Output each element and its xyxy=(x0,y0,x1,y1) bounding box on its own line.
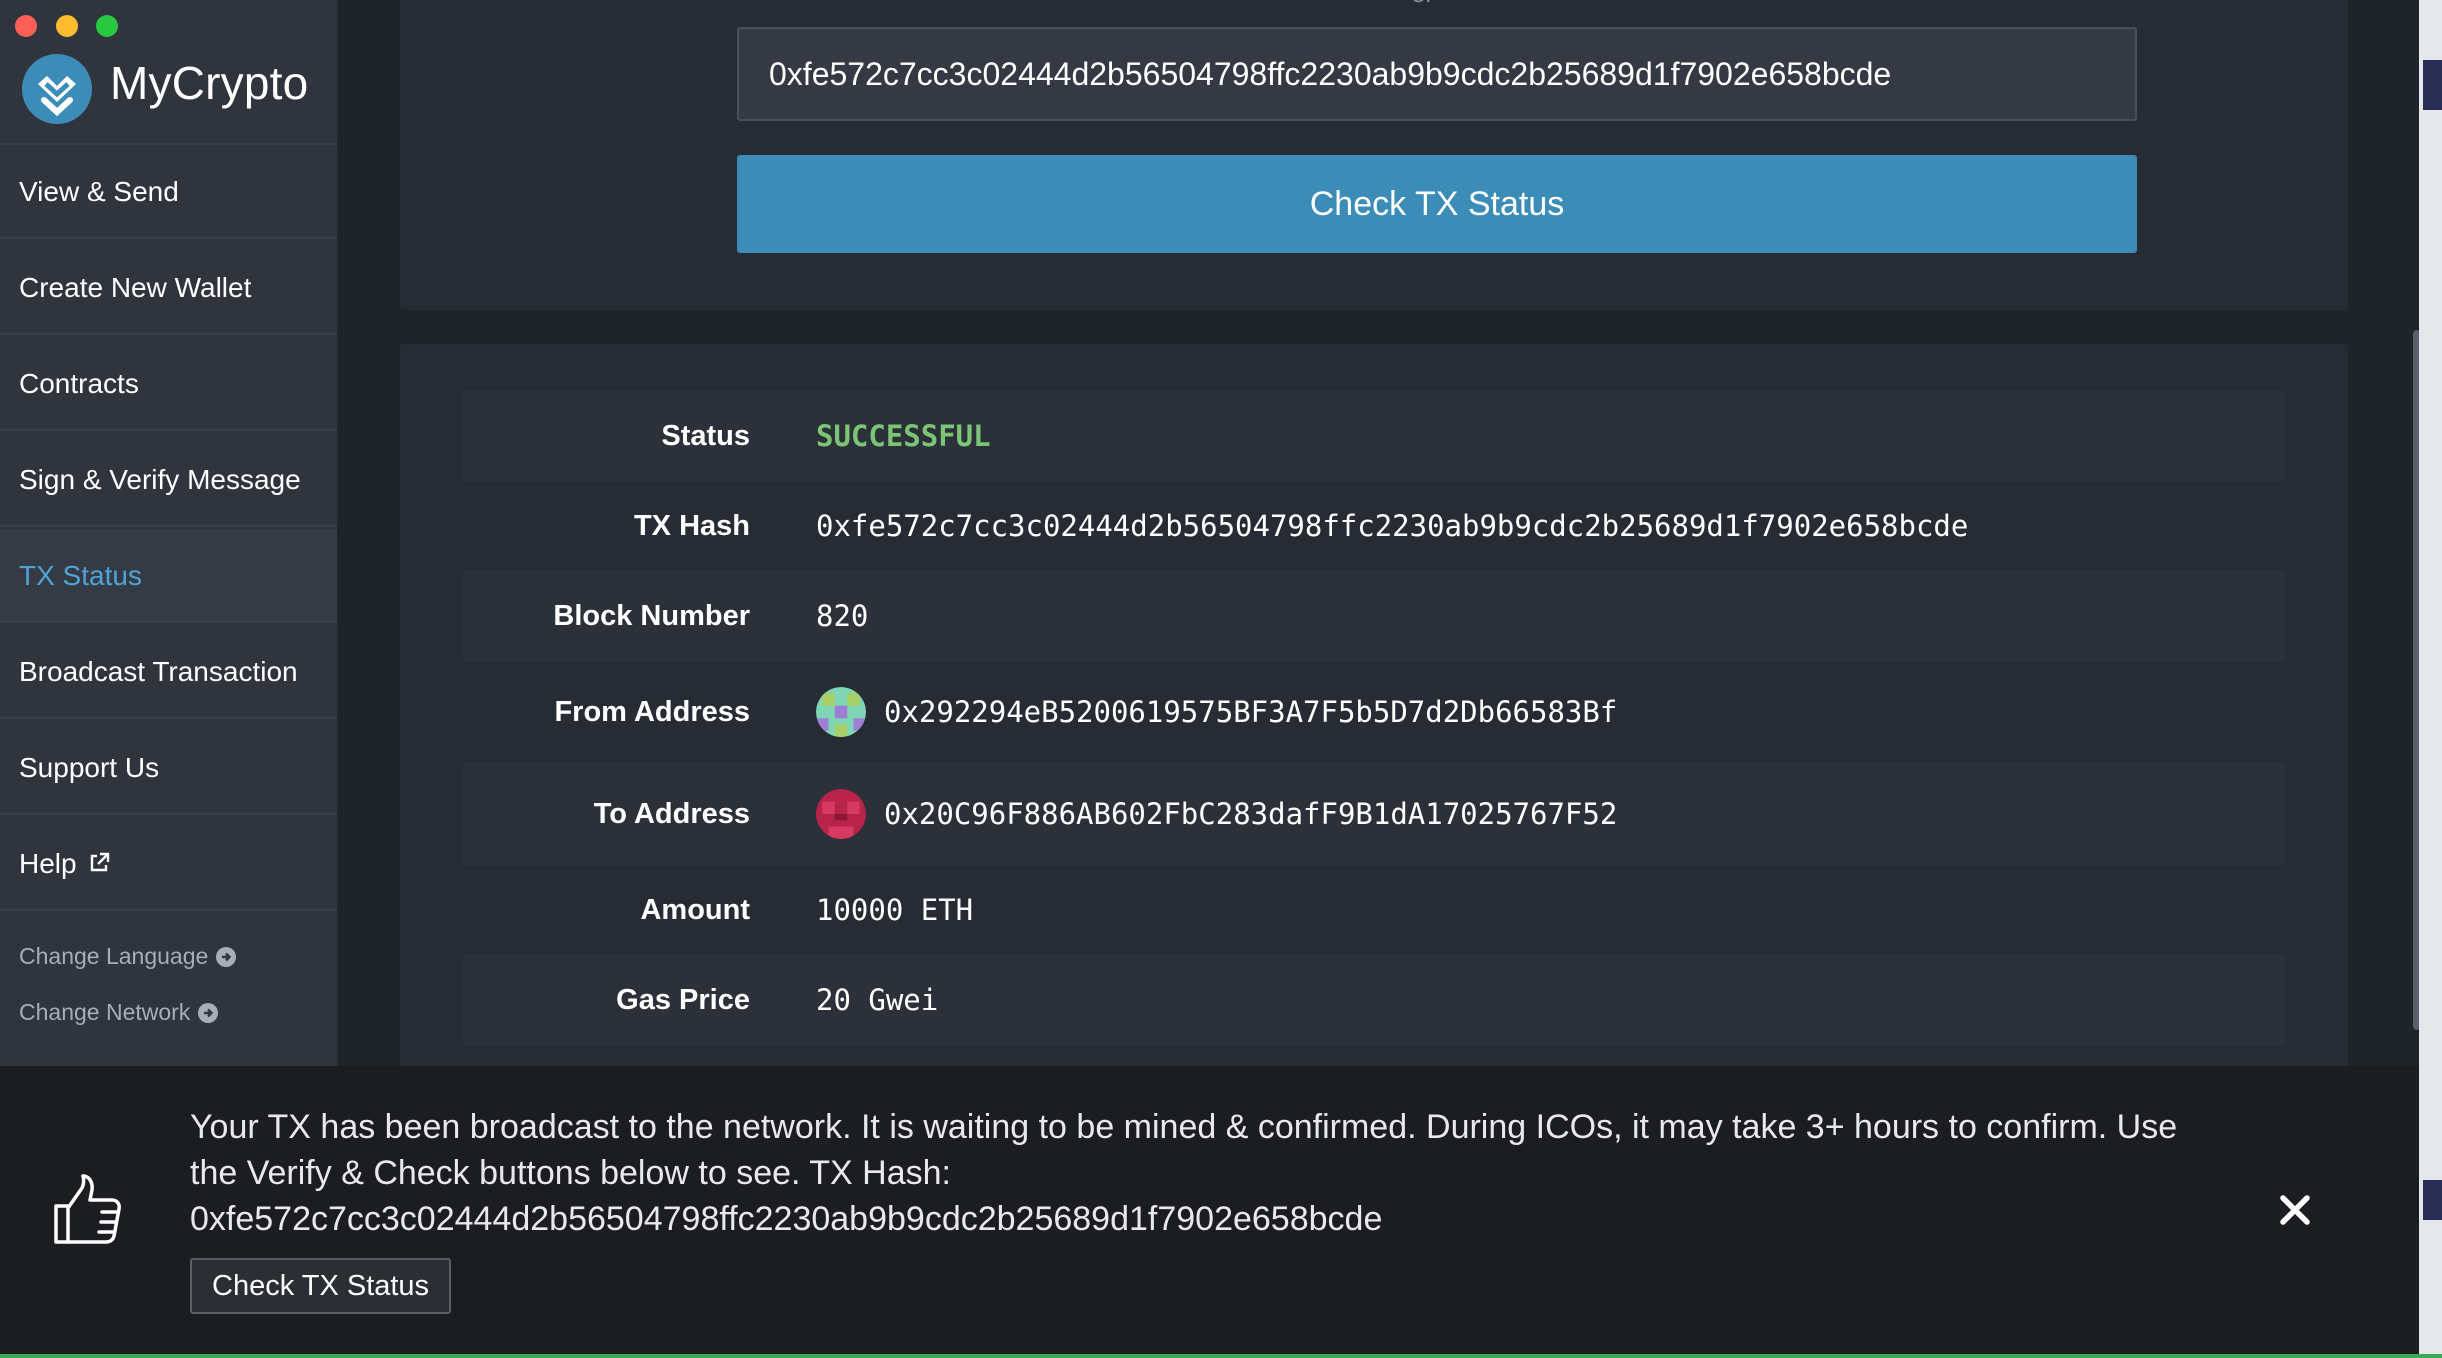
window-minimize-button[interactable] xyxy=(56,15,78,37)
sidebar-item-create-new-wallet[interactable]: Create New Wallet xyxy=(0,241,337,335)
detail-row-tx-hash: TX Hash 0xfe572c7cc3c02444d2b56504798ffc… xyxy=(463,481,2285,571)
sidebar-item-sign-verify-message[interactable]: Sign & Verify Message xyxy=(0,433,337,527)
or-divider: or xyxy=(1412,0,1435,9)
change-language-label: Change Language xyxy=(19,943,209,969)
main-content: or Check TX Status Status SUCCESSFUL TX … xyxy=(338,0,2419,1066)
sidebar-item-label: Support Us xyxy=(19,752,160,783)
notification-line-1: Your TX has been broadcast to the networ… xyxy=(190,1108,2178,1146)
desktop-edge-mark xyxy=(2423,60,2442,110)
tx-details-card: Status SUCCESSFUL TX Hash 0xfe572c7cc3c0… xyxy=(400,344,2348,1066)
detail-label: TX Hash xyxy=(633,509,750,542)
notification-message: Your TX has been broadcast to the networ… xyxy=(190,1104,2190,1242)
detail-row-to-address: To Address 0x20C96F886AB602FbC283dafF9B1… xyxy=(463,763,2285,865)
block-number-value: 820 xyxy=(816,599,869,633)
to-address-value-container: 0x20C96F886AB602FbC283dafF9B1dA17025767F… xyxy=(816,763,1617,865)
sidebar-item-view-send[interactable]: View & Send xyxy=(0,145,337,239)
change-network-link[interactable]: Change Network xyxy=(19,999,219,1026)
brand-header: MyCrypto xyxy=(0,0,337,145)
notification-accent-line xyxy=(0,1354,2442,1358)
close-icon[interactable] xyxy=(2275,1190,2315,1230)
sidebar-item-tx-status[interactable]: TX Status xyxy=(0,529,337,623)
window-zoom-button[interactable] xyxy=(96,15,118,37)
sidebar-item-label: TX Status xyxy=(19,560,142,591)
external-link-icon xyxy=(90,852,109,872)
amount-value: 10000 ETH xyxy=(816,893,974,927)
thumbs-up-icon xyxy=(54,1174,121,1244)
status-badge: SUCCESSFUL xyxy=(816,419,991,453)
brand-name[interactable]: MyCrypto xyxy=(110,56,308,110)
help-label: Help xyxy=(19,848,77,879)
sidebar-item-contracts[interactable]: Contracts xyxy=(0,337,337,431)
detail-row-status: Status SUCCESSFUL xyxy=(463,391,2285,481)
notification-check-tx-status-button[interactable]: Check TX Status xyxy=(190,1258,452,1314)
from-address-value: 0x292294eB5200619575BF3A7F5b5D7d2Db66583… xyxy=(884,695,1618,729)
sidebar-item-label: Help xyxy=(19,817,111,911)
sidebar: MyCrypto View & Send Create New Wallet C… xyxy=(0,0,338,1066)
sidebar-item-broadcast-transaction[interactable]: Broadcast Transaction xyxy=(0,625,337,719)
detail-label: To Address xyxy=(593,797,750,830)
detail-label: From Address xyxy=(554,695,750,728)
arrow-circle-right-icon xyxy=(216,947,237,967)
tx-lookup-card: or Check TX Status xyxy=(400,0,2348,310)
sidebar-item-label: Contracts xyxy=(19,368,139,399)
notification-tx-hash: 0xfe572c7cc3c02444d2b56504798ffc2230ab9b… xyxy=(190,1200,1383,1238)
gas-price-value: 20 Gwei xyxy=(816,983,939,1017)
arrow-circle-right-icon xyxy=(198,1003,219,1023)
app-window: MyCrypto View & Send Create New Wallet C… xyxy=(0,0,2442,1358)
detail-row-from-address: From Address 0x292294eB5200619575BF3A7F5… xyxy=(463,661,2285,763)
mycrypto-logo-icon[interactable] xyxy=(22,54,92,124)
detail-row-block-number: Block Number 820 xyxy=(463,571,2285,661)
detail-row-gas-price: Gas Price 20 Gwei xyxy=(463,955,2285,1045)
sidebar-item-label: Create New Wallet xyxy=(19,272,252,303)
tx-hash-input[interactable] xyxy=(737,27,2137,121)
detail-label: Block Number xyxy=(553,599,750,632)
desktop-edge xyxy=(2419,0,2442,1358)
check-tx-status-button[interactable]: Check TX Status xyxy=(737,155,2137,253)
detail-label: Status xyxy=(661,419,750,452)
to-address-identicon xyxy=(816,789,866,839)
detail-label: Amount xyxy=(640,893,750,926)
detail-row-amount: Amount 10000 ETH xyxy=(463,865,2285,955)
tx-hash-value: 0xfe572c7cc3c02444d2b56504798ffc2230ab9b… xyxy=(816,509,1969,543)
window-close-button[interactable] xyxy=(15,15,37,37)
sidebar-item-help[interactable]: Help xyxy=(0,817,337,911)
from-address-value-container: 0x292294eB5200619575BF3A7F5b5D7d2Db66583… xyxy=(816,661,1617,763)
sidebar-item-label: Sign & Verify Message xyxy=(19,464,301,495)
change-network-label: Change Network xyxy=(19,999,191,1025)
sidebar-item-support-us[interactable]: Support Us xyxy=(0,721,337,815)
detail-label: Gas Price xyxy=(616,983,750,1016)
notification-line-2: the Verify & Check buttons below to see.… xyxy=(190,1154,951,1192)
desktop-edge-mark xyxy=(2423,1180,2442,1220)
sidebar-item-label: View & Send xyxy=(19,176,179,207)
to-address-value: 0x20C96F886AB602FbC283dafF9B1dA17025767F… xyxy=(884,797,1618,831)
sidebar-item-label: Broadcast Transaction xyxy=(19,656,298,687)
from-address-identicon xyxy=(816,687,866,737)
change-language-link[interactable]: Change Language xyxy=(19,943,237,970)
